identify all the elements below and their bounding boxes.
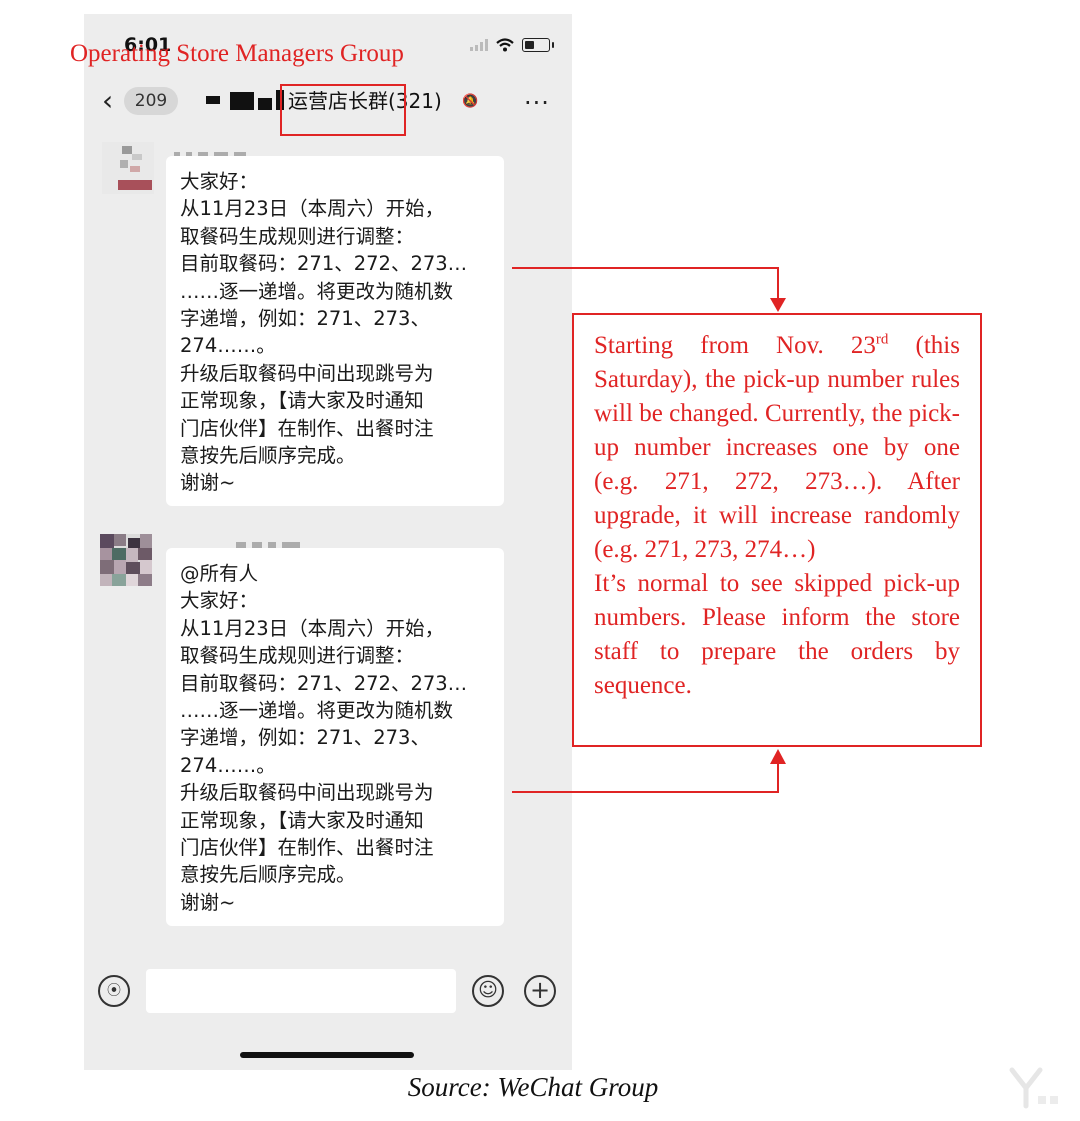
connector-arrow-top <box>512 267 779 300</box>
translation-annotation: Starting from Nov. 23rd (this Saturday),… <box>572 313 982 747</box>
annotation-paragraph: Starting from Nov. 23rd (this Saturday),… <box>594 329 960 567</box>
connector-arrow-bottom <box>512 762 779 793</box>
annotation-text: Starting from Nov. 23 <box>594 332 876 359</box>
annotation-superscript: rd <box>875 331 889 348</box>
source-caption: Source: WeChat Group <box>407 1072 659 1102</box>
annotation-paragraph: It’s normal to see skipped pick-up numbe… <box>594 570 960 699</box>
annotation-text: (this Saturday), the pick-up number rule… <box>594 332 960 563</box>
arrowhead-up <box>770 749 786 764</box>
watermark-logo <box>1009 1067 1058 1109</box>
arrowhead-down <box>770 298 786 312</box>
